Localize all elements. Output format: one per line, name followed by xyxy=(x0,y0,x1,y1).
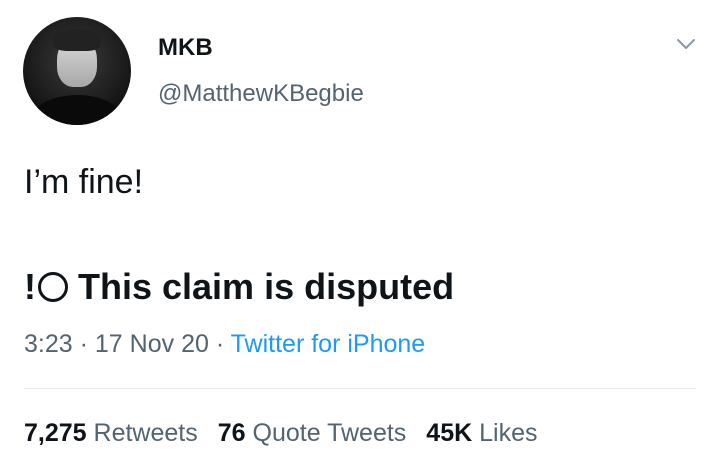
avatar[interactable] xyxy=(23,17,131,125)
circle-icon xyxy=(38,272,68,302)
chevron-down-icon[interactable] xyxy=(676,34,696,54)
tweet-date[interactable]: 17 Nov 20 xyxy=(95,330,209,358)
tweet-text: I’m fine! xyxy=(24,163,144,201)
quote-label: Quote Tweets xyxy=(252,419,407,447)
likes-label: Likes xyxy=(479,419,538,447)
retweets-label: Retweets xyxy=(93,419,198,447)
tweet-meta: 3:23 · 17 Nov 20 · Twitter for iPhone xyxy=(24,330,425,359)
tweet-time[interactable]: 3:23 xyxy=(24,330,73,358)
quote-count: 76 xyxy=(217,419,246,447)
likes-count: 45K xyxy=(426,419,473,447)
user-handle[interactable]: @MatthewKBegbie xyxy=(158,80,364,108)
meta-separator-2: · xyxy=(215,330,225,358)
divider xyxy=(24,388,696,389)
avatar-hair xyxy=(53,29,101,51)
meta-separator-1: · xyxy=(79,330,88,358)
likes-stat[interactable]: 45K Likes xyxy=(426,419,537,447)
retweets-count: 7,275 xyxy=(24,419,87,447)
avatar-shoulders xyxy=(31,95,123,125)
retweets-stat[interactable]: 7,275 Retweets xyxy=(24,419,198,447)
tweet-source[interactable]: Twitter for iPhone xyxy=(231,330,426,358)
disputed-claim-label[interactable]: ! This claim is disputed xyxy=(24,266,454,308)
tweet-stats: 7,275 Retweets 76 Quote Tweets 45K Likes xyxy=(24,419,538,448)
display-name[interactable]: MKB xyxy=(158,34,213,62)
quote-tweets-stat[interactable]: 76 Quote Tweets xyxy=(218,419,407,447)
claim-prefix: ! xyxy=(24,266,36,307)
tweet-card: MKB @MatthewKBegbie I’m fine! ! This cla… xyxy=(0,0,720,469)
claim-text: This claim is disputed xyxy=(78,266,455,307)
